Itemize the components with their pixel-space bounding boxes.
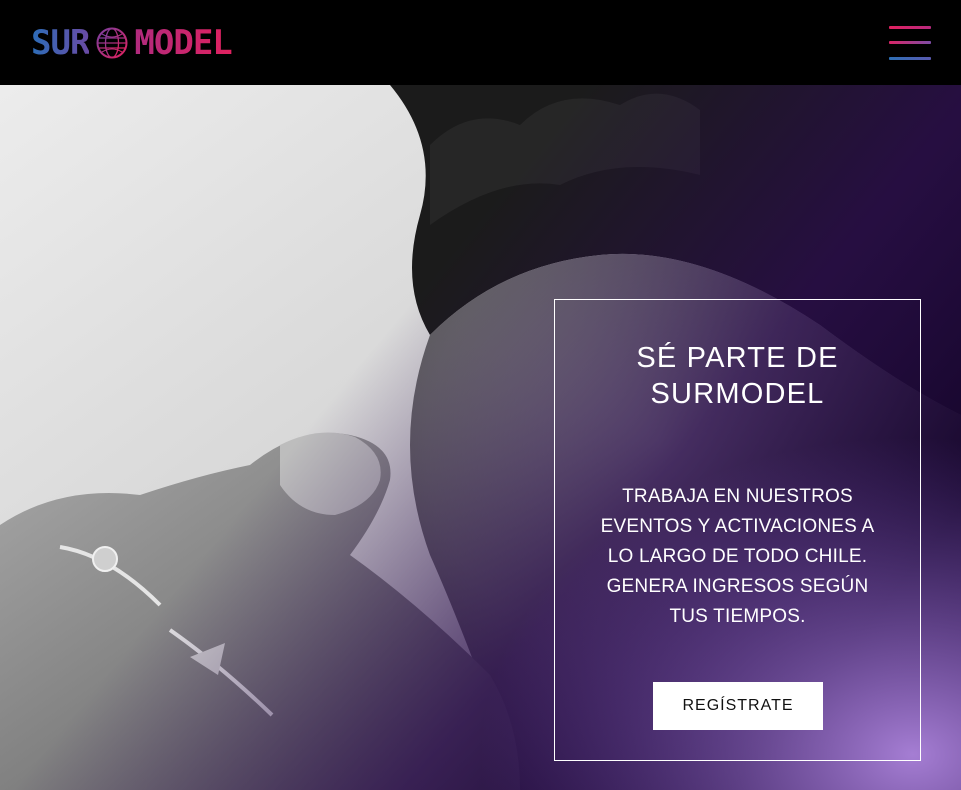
menu-line <box>889 56 931 60</box>
register-button[interactable]: REGÍSTRATE <box>653 682 823 730</box>
promo-box: SÉ PARTE DE SURMODEL TRABAJA EN NUESTROS… <box>554 299 921 761</box>
promo-description: TRABAJA EN NUESTROS EVENTOS Y ACTIVACION… <box>600 486 875 627</box>
globe-icon <box>96 27 128 58</box>
site-header: SUR MODEL <box>0 0 961 85</box>
logo-text-model: MODEL <box>134 22 232 63</box>
menu-line <box>889 25 931 29</box>
logo-text-sur: SUR <box>31 22 90 63</box>
promo-title: SÉ PARTE DE SURMODEL <box>636 342 839 410</box>
menu-line <box>889 41 931 44</box>
hero-section: SÉ PARTE DE SURMODEL TRABAJA EN NUESTROS… <box>0 85 961 790</box>
surmodel-logo[interactable]: SUR MODEL <box>31 22 233 63</box>
hamburger-menu-icon[interactable] <box>889 25 933 60</box>
